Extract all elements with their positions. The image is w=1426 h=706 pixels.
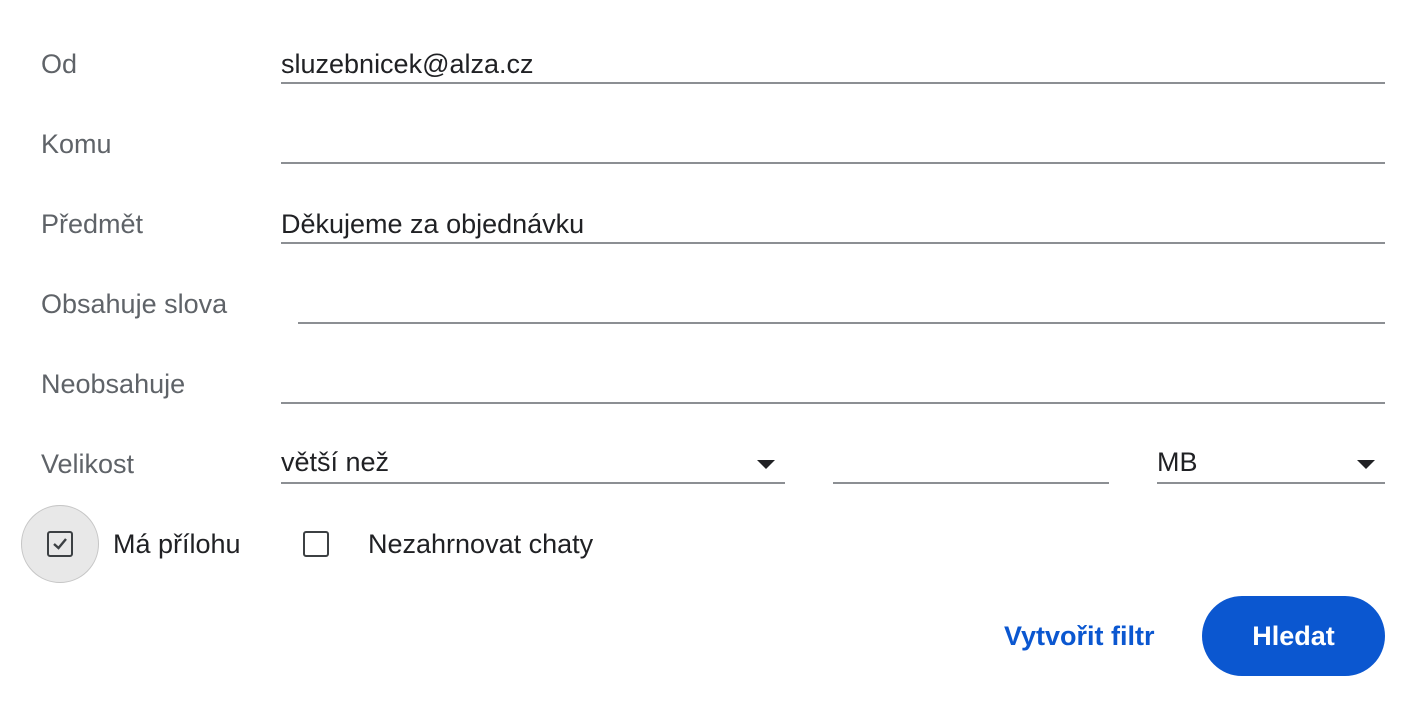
exclude-chats-checkbox[interactable]	[303, 531, 329, 557]
size-label: Velikost	[41, 449, 135, 479]
doesnt-have-label: Neobsahuje	[41, 369, 186, 399]
size-operator-select[interactable]: větší než	[281, 446, 785, 484]
chevron-down-icon	[757, 460, 775, 469]
chevron-down-icon	[1357, 460, 1375, 469]
size-operator-value: větší než	[281, 447, 390, 477]
to-field[interactable]	[281, 126, 1385, 164]
checkmark-icon	[53, 538, 67, 550]
from-label: Od	[41, 49, 78, 79]
size-unit-value: MB	[1157, 447, 1198, 477]
subject-label: Předmět	[41, 209, 144, 239]
subject-field[interactable]	[281, 206, 1385, 244]
exclude-chats-label[interactable]: Nezahrnovat chaty	[368, 528, 593, 560]
create-filter-button[interactable]: Vytvořit filtr	[1004, 620, 1155, 652]
has-words-label: Obsahuje slova	[41, 289, 228, 319]
size-value-field[interactable]	[833, 446, 1109, 484]
has-attachment-label[interactable]: Má přílohu	[113, 528, 241, 560]
has-words-field[interactable]	[298, 286, 1385, 324]
doesnt-have-field[interactable]	[281, 366, 1385, 404]
size-unit-select[interactable]: MB	[1157, 446, 1385, 484]
has-attachment-checkbox[interactable]	[47, 531, 73, 557]
from-field[interactable]	[281, 46, 1385, 84]
search-button[interactable]: Hledat	[1202, 596, 1385, 676]
to-label: Komu	[41, 129, 112, 159]
